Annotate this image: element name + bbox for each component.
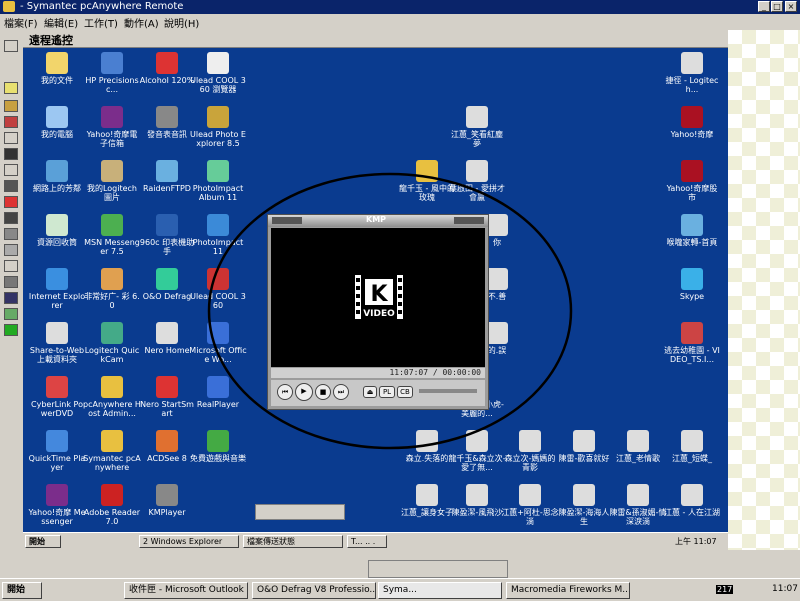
remote-task-transfer[interactable]: 檔案傳送狀態	[243, 535, 343, 548]
task-oo-defrag[interactable]: O&O Defrag V8 Professio...	[252, 582, 376, 599]
tool-icon-10[interactable]	[4, 260, 18, 272]
menu-help[interactable]: 說明(H)	[164, 15, 199, 30]
help-icon[interactable]	[4, 82, 18, 94]
tool-icon-14[interactable]	[4, 324, 18, 336]
menu-task[interactable]: 工作(T)	[84, 15, 118, 30]
disconnect-icon[interactable]	[4, 196, 18, 208]
tool-icon-3[interactable]	[4, 132, 18, 144]
tool-icon-5[interactable]	[4, 164, 18, 176]
task-outlook[interactable]: 收件匣 - Microsoft Outlook	[124, 582, 248, 599]
tool-icon-8[interactable]	[4, 228, 18, 240]
clock: 11:07	[772, 584, 798, 594]
expand-icon[interactable]	[4, 40, 18, 52]
pcanywhere-floating-toolbar[interactable]	[255, 504, 345, 520]
tool-icon-7[interactable]	[4, 212, 18, 224]
close-button[interactable]: ×	[785, 1, 797, 12]
pcanywhere-side-toolbar	[0, 30, 24, 548]
menu-edit[interactable]: 編輯(E)	[44, 15, 78, 30]
tool-icon-11[interactable]	[4, 276, 18, 288]
unused-screen-area	[728, 30, 800, 550]
tool-icon-9[interactable]	[4, 244, 18, 256]
maximize-button[interactable]: □	[771, 1, 783, 12]
tool-icon-12[interactable]	[4, 292, 18, 304]
tool-icon-13[interactable]	[4, 308, 18, 320]
remote-clock: 上午 11:07	[675, 537, 717, 546]
menu-action[interactable]: 動作(A)	[124, 15, 159, 30]
remote-task-explorer[interactable]: 2 Windows Explorer	[139, 535, 239, 548]
window-titlebar: - Symantec pcAnywhere Remote _ □ ×	[0, 0, 800, 14]
tool-icon-4[interactable]	[4, 148, 18, 160]
minimize-button[interactable]: _	[758, 1, 770, 12]
tray-number-a: 217	[716, 585, 734, 594]
tool-icon-6[interactable]	[4, 180, 18, 192]
menu-file[interactable]: 檔案(F)	[4, 15, 38, 30]
remote-session-view[interactable]: 遠程遙控 我的文件 HP Precisionsc... Alcohol 120% Ul…	[23, 30, 728, 550]
menu-bar: 檔案(F) 編輯(E) 工作(T) 動作(A) 說明(H)	[0, 14, 800, 30]
tool-icon-2[interactable]	[4, 116, 18, 128]
window-title: - Symantec pcAnywhere Remote	[20, 1, 184, 12]
pcanywhere-session-toolbar[interactable]	[368, 560, 508, 578]
task-fireworks[interactable]: Macromedia Fireworks M...	[506, 582, 630, 599]
local-taskbar: 開始 收件匣 - Microsoft Outlook O&O Defrag V8…	[0, 578, 800, 601]
task-symantec[interactable]: Syma...	[378, 582, 502, 599]
remote-taskbar: 開始 2 Windows Explorer 檔案傳送狀態 T... .. . 上…	[23, 532, 728, 550]
remote-task-other[interactable]: T... .. .	[347, 535, 387, 548]
remote-start-button[interactable]: 開始	[25, 535, 61, 548]
tool-icon-1[interactable]	[4, 100, 18, 112]
pcanywhere-app-icon	[3, 1, 15, 12]
annotation-circle	[207, 172, 573, 450]
start-button[interactable]: 開始	[2, 582, 42, 599]
